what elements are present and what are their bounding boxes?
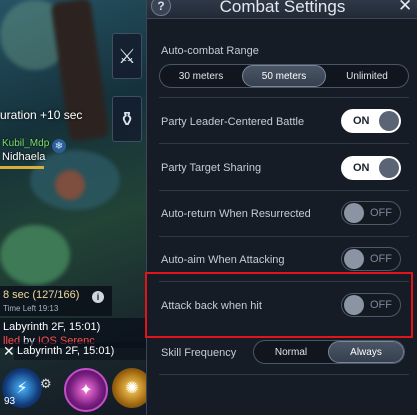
player-character <box>55 170 85 200</box>
attack-back-toggle[interactable]: OFF <box>341 293 401 317</box>
toggle-knob <box>344 249 364 269</box>
auto-combat-range-selector: 30 meters 50 meters Unlimited <box>159 64 409 88</box>
skill-frequency-label: Skill Frequency <box>161 347 237 359</box>
close-chat-icon[interactable]: ✕ <box>3 343 15 360</box>
gear-icon[interactable]: ⚙ <box>40 376 52 392</box>
divider <box>159 143 409 144</box>
party-leader-battle-label: Party Leader-Centered Battle <box>161 116 305 128</box>
chat-line: Labyrinth 2F, 15:01) <box>17 345 115 357</box>
toggle-state: OFF <box>370 299 392 311</box>
quest-title: 8 sec (127/166) <box>3 289 80 301</box>
target-hp-bar <box>0 166 44 169</box>
skill-frequency-always[interactable]: Always <box>328 341 404 363</box>
auto-combat-range-label: Auto-combat Range <box>161 45 259 57</box>
chat-line: Labyrinth 2F, 15:01) <box>3 321 101 333</box>
level-text: 93 <box>4 396 16 407</box>
potion-icon[interactable]: ⚱ <box>112 96 142 142</box>
panel-title: Combat Settings <box>219 0 346 16</box>
party-target-sharing-toggle[interactable]: ON <box>341 156 401 180</box>
background-bush <box>0 225 70 285</box>
toggle-state: OFF <box>370 207 392 219</box>
skill-slot-3[interactable]: ✺ <box>112 368 150 408</box>
auto-return-label: Auto-return When Resurrected <box>161 208 311 220</box>
divider <box>159 97 409 98</box>
auto-aim-label: Auto-aim When Attacking <box>161 254 285 266</box>
target-name: Nidhaela <box>2 151 46 163</box>
toggle-state: OFF <box>370 253 392 265</box>
toggle-state: ON <box>353 162 370 174</box>
auto-aim-toggle[interactable]: OFF <box>341 247 401 271</box>
crossed-swords-icon[interactable]: ⚔ <box>112 33 142 79</box>
chat-log-line: Labyrinth 2F, 15:01) <box>14 342 150 360</box>
game-viewport: uration +10 sec Kubil_Mdp ❄ Nidhaela 8 s… <box>0 0 150 415</box>
divider <box>159 236 409 237</box>
skill-slot-2[interactable]: ✦ <box>64 368 108 412</box>
panel-header: ? Combat Settings ✕ <box>147 0 417 19</box>
close-button[interactable]: ✕ <box>398 0 412 16</box>
quest-time-left: Time Left 19:13 <box>3 304 59 313</box>
divider <box>159 374 409 375</box>
buff-duration-text: uration +10 sec <box>0 108 83 122</box>
party-target-sharing-label: Party Target Sharing <box>161 162 262 174</box>
divider <box>159 190 409 191</box>
toggle-knob <box>379 158 399 178</box>
range-option-unlimited[interactable]: Unlimited <box>326 65 408 87</box>
ally-name: Kubil_Mdp <box>2 138 50 149</box>
combat-settings-panel: ? Combat Settings ✕ Auto-combat Range 30… <box>146 0 417 415</box>
range-option-30m[interactable]: 30 meters <box>160 65 242 87</box>
range-option-50m[interactable]: 50 meters <box>242 65 326 87</box>
auto-return-toggle[interactable]: OFF <box>341 201 401 225</box>
toggle-knob <box>379 111 399 131</box>
attack-back-label: Attack back when hit <box>161 300 262 312</box>
snowflake-icon: ❄ <box>52 139 66 153</box>
divider <box>159 281 409 282</box>
skill-frequency-selector: Normal Always <box>253 340 405 364</box>
toggle-state: ON <box>353 115 370 127</box>
party-leader-battle-toggle[interactable]: ON <box>341 109 401 133</box>
skill-frequency-normal[interactable]: Normal <box>254 341 328 363</box>
info-icon[interactable]: i <box>92 291 104 303</box>
toggle-knob <box>344 295 364 315</box>
toggle-knob <box>344 203 364 223</box>
